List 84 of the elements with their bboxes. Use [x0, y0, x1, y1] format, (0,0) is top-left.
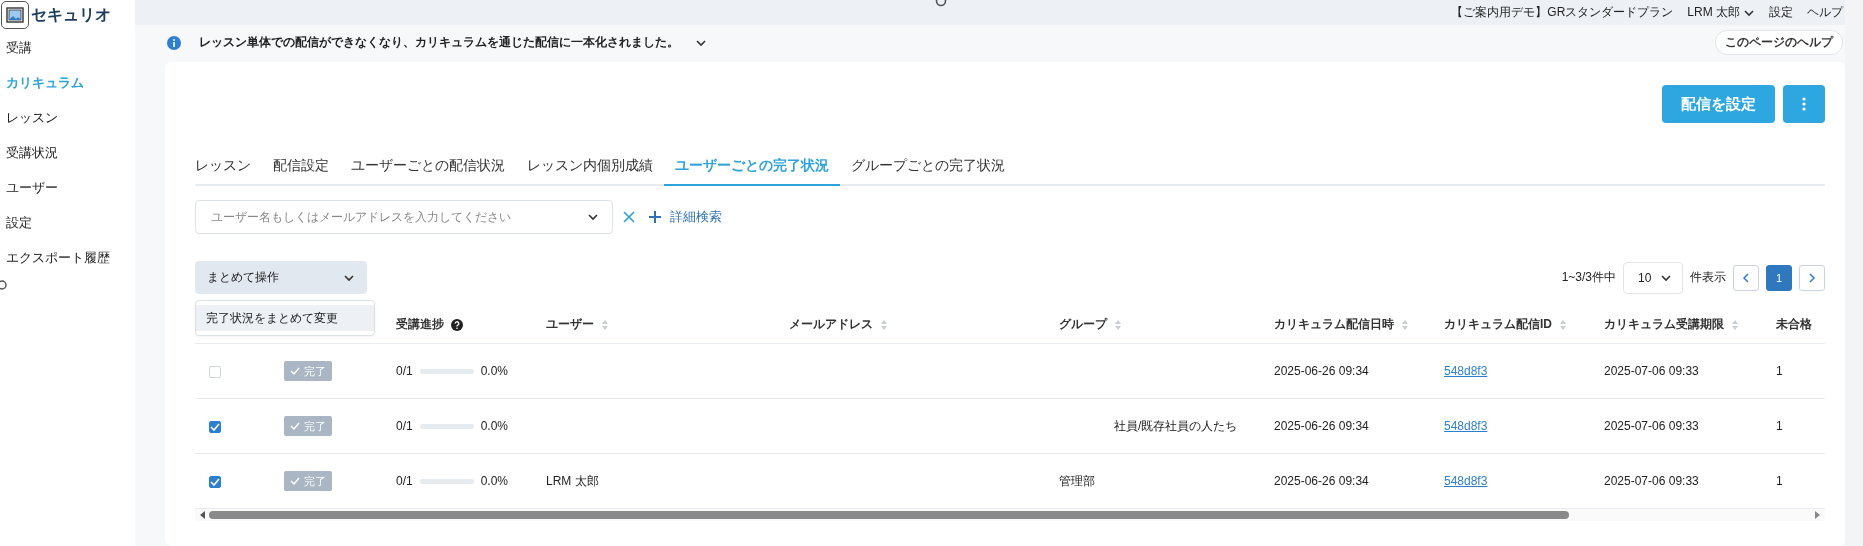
sidebar-item[interactable]: エクスポート履歴 — [0, 240, 135, 275]
column-header: カリキュラム受講期限 — [1604, 316, 1724, 333]
column-header: メールアドレス — [789, 316, 873, 333]
user-name: LRM 太郎 — [546, 473, 599, 488]
sidebar-item[interactable]: レッスン — [0, 100, 135, 135]
info-icon — [167, 35, 181, 50]
sort-icon — [1401, 318, 1409, 331]
tab[interactable]: ユーザーごとの配信状況 — [340, 148, 516, 184]
result-count: 1~3/3件中 — [1561, 269, 1616, 286]
sidebar-item[interactable]: 受講状況 — [0, 135, 135, 170]
progress-percent: 0.0% — [480, 474, 509, 488]
notice-message: レッスン単体での配信ができなくなり、カリキュラムを通じた配信に一本化されました。 — [199, 34, 679, 51]
header-link[interactable]: ヘルプ — [1807, 4, 1843, 21]
header-link[interactable]: 設定 — [1769, 4, 1793, 21]
chevron-right-icon — [1808, 271, 1816, 284]
app-logo-text: セキュリオ — [31, 4, 111, 25]
tab[interactable]: グループごとの完了状況 — [840, 148, 1016, 184]
sort-icon — [1559, 318, 1567, 331]
sort-icon — [601, 318, 609, 331]
horizontal-scrollbar[interactable] — [195, 509, 1825, 521]
column-header: カリキュラム配信ID — [1444, 316, 1552, 333]
search-field[interactable]: ユーザー名もしくはメールアドレスを入力してください — [195, 200, 613, 234]
column-header: グループ — [1059, 316, 1107, 333]
progress-count: 0/1 — [396, 419, 413, 433]
image-icon — [1, 1, 29, 29]
delivery-id-link[interactable]: 548d8f3 — [1444, 474, 1488, 488]
delivery-date: 2025-06-26 09:34 — [1274, 364, 1369, 378]
tab[interactable]: レッスン — [195, 148, 262, 184]
row-checkbox[interactable] — [209, 475, 221, 488]
bulk-actions-dropdown[interactable]: まとめて操作 — [195, 261, 367, 294]
ring-icon — [0, 279, 8, 291]
failed-count: 1 — [1776, 419, 1783, 433]
delivery-id-link[interactable]: 548d8f3 — [1444, 364, 1488, 378]
sidebar-item[interactable]: 受講 — [0, 30, 135, 65]
help-icon — [451, 318, 463, 331]
delivery-date: 2025-06-26 09:34 — [1274, 474, 1369, 488]
progress-percent: 0.0% — [480, 419, 509, 433]
tab[interactable]: レッスン内個別成績 — [516, 148, 664, 184]
group-name: 管理部 — [1059, 473, 1095, 488]
checkmark-icon — [290, 367, 300, 375]
sort-icon — [1731, 318, 1739, 331]
scroll-right-icon — [1813, 510, 1821, 520]
column-header: ユーザー — [546, 316, 594, 333]
deadline-date: 2025-07-06 09:33 — [1604, 364, 1699, 378]
column-header: 未合格 — [1776, 316, 1812, 333]
progress-percent: 0.0% — [480, 364, 509, 378]
kebab-icon — [1802, 97, 1806, 111]
sidebar-item[interactable]: ユーザー — [0, 170, 135, 205]
row-checkbox[interactable] — [209, 420, 221, 433]
delivery-id-link[interactable]: 548d8f3 — [1444, 419, 1488, 433]
page-help-button[interactable]: このページのヘルプ — [1715, 30, 1843, 55]
page-size-select[interactable]: 10 — [1623, 261, 1683, 294]
column-header: カリキュラム配信日時 — [1274, 316, 1394, 333]
page-number-button[interactable]: 1 — [1766, 264, 1792, 291]
deadline-date: 2025-07-06 09:33 — [1604, 474, 1699, 488]
previous-page-button[interactable] — [1733, 264, 1759, 291]
clear-icon — [622, 210, 636, 224]
checkmark-icon — [290, 422, 300, 430]
failed-count: 1 — [1776, 474, 1783, 488]
delivery-date: 2025-06-26 09:34 — [1274, 419, 1369, 433]
user-menu[interactable]: LRM 太郎 — [1687, 4, 1755, 21]
progress-count: 0/1 — [396, 474, 413, 488]
more-options-button[interactable] — [1783, 85, 1825, 123]
column-header: 受講進捗 — [396, 316, 444, 333]
menu-item[interactable]: 完了状況をまとめて変更 — [196, 305, 374, 331]
plus-icon — [648, 210, 662, 224]
sort-icon — [880, 318, 888, 331]
scroll-left-icon — [199, 510, 207, 520]
checkmark-icon — [290, 477, 300, 485]
checkmark-icon — [210, 422, 220, 431]
progress-count: 0/1 — [396, 364, 413, 378]
chevron-down-icon — [587, 211, 599, 223]
group-name: 社員/既存社員の人たち — [1114, 418, 1238, 433]
plan-name[interactable]: 【ご案内用デモ】GRスタンダードプラン — [1451, 4, 1674, 21]
failed-count: 1 — [1776, 364, 1783, 378]
sidebar-item[interactable]: 設定 — [0, 205, 135, 240]
tab[interactable]: 配信設定 — [262, 148, 340, 184]
chevron-left-icon — [1742, 271, 1750, 284]
per-page-label: 件表示 — [1690, 269, 1726, 286]
checkmark-icon — [210, 477, 220, 486]
next-page-button[interactable] — [1799, 264, 1825, 291]
advanced-search-link[interactable]: 詳細検索 — [648, 208, 722, 226]
deadline-date: 2025-07-06 09:33 — [1604, 419, 1699, 433]
sort-icon — [1114, 318, 1122, 331]
